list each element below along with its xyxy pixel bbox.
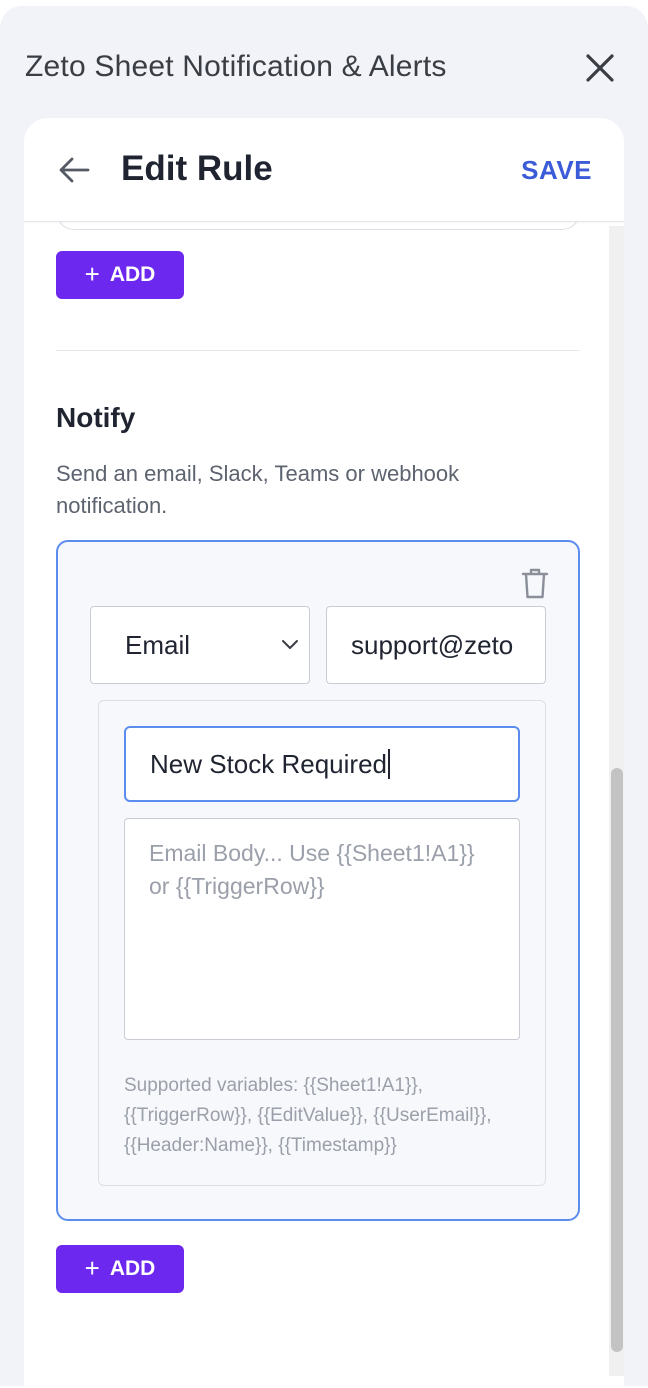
channel-select-value: Email xyxy=(125,629,191,660)
text-caret xyxy=(388,749,390,779)
scrollbar-thumb[interactable] xyxy=(611,768,623,1352)
section-divider xyxy=(56,350,580,351)
edit-rule-card: Edit Rule SAVE + ADD Notify Send an emai… xyxy=(24,118,624,1388)
email-subject-value: New Stock Required xyxy=(150,748,387,779)
email-subject-input[interactable]: New Stock Required xyxy=(124,726,520,802)
channel-select[interactable]: Email xyxy=(90,606,310,684)
add-condition-button[interactable]: + ADD xyxy=(56,251,184,299)
recipient-email-input[interactable]: support@zeto xyxy=(326,606,546,684)
rule-form: + ADD Notify Send an email, Slack, Teams… xyxy=(24,200,624,1388)
trash-icon[interactable] xyxy=(520,566,550,600)
save-button[interactable]: SAVE xyxy=(521,155,592,186)
add-notification-button[interactable]: + ADD xyxy=(56,1245,184,1293)
notification-action-card: Email support@zeto New Stock Required Em… xyxy=(56,540,580,1221)
email-body-textarea[interactable]: Email Body... Use {{Sheet1!A1}} or {{Tri… xyxy=(124,818,520,1040)
arrow-left-icon[interactable] xyxy=(58,156,90,184)
plus-icon: + xyxy=(84,259,100,289)
sidebar-title: Zeto Sheet Notification & Alerts xyxy=(25,50,447,83)
supported-variables-hint: Supported variables: {{Sheet1!A1}}, {{Tr… xyxy=(124,1075,492,1156)
add-notification-label: ADD xyxy=(109,1257,156,1280)
email-content-panel: New Stock Required Email Body... Use {{S… xyxy=(98,700,546,1186)
add-condition-label: ADD xyxy=(109,263,156,286)
page-title: Edit Rule xyxy=(121,149,273,188)
close-icon[interactable] xyxy=(584,52,616,84)
chevron-down-icon xyxy=(282,640,298,649)
plus-icon: + xyxy=(84,1253,100,1283)
card-header: Edit Rule SAVE xyxy=(24,118,624,222)
notify-section-title: Notify xyxy=(56,402,136,433)
notify-section-description: Send an email, Slack, Teams or webhook n… xyxy=(56,461,460,518)
